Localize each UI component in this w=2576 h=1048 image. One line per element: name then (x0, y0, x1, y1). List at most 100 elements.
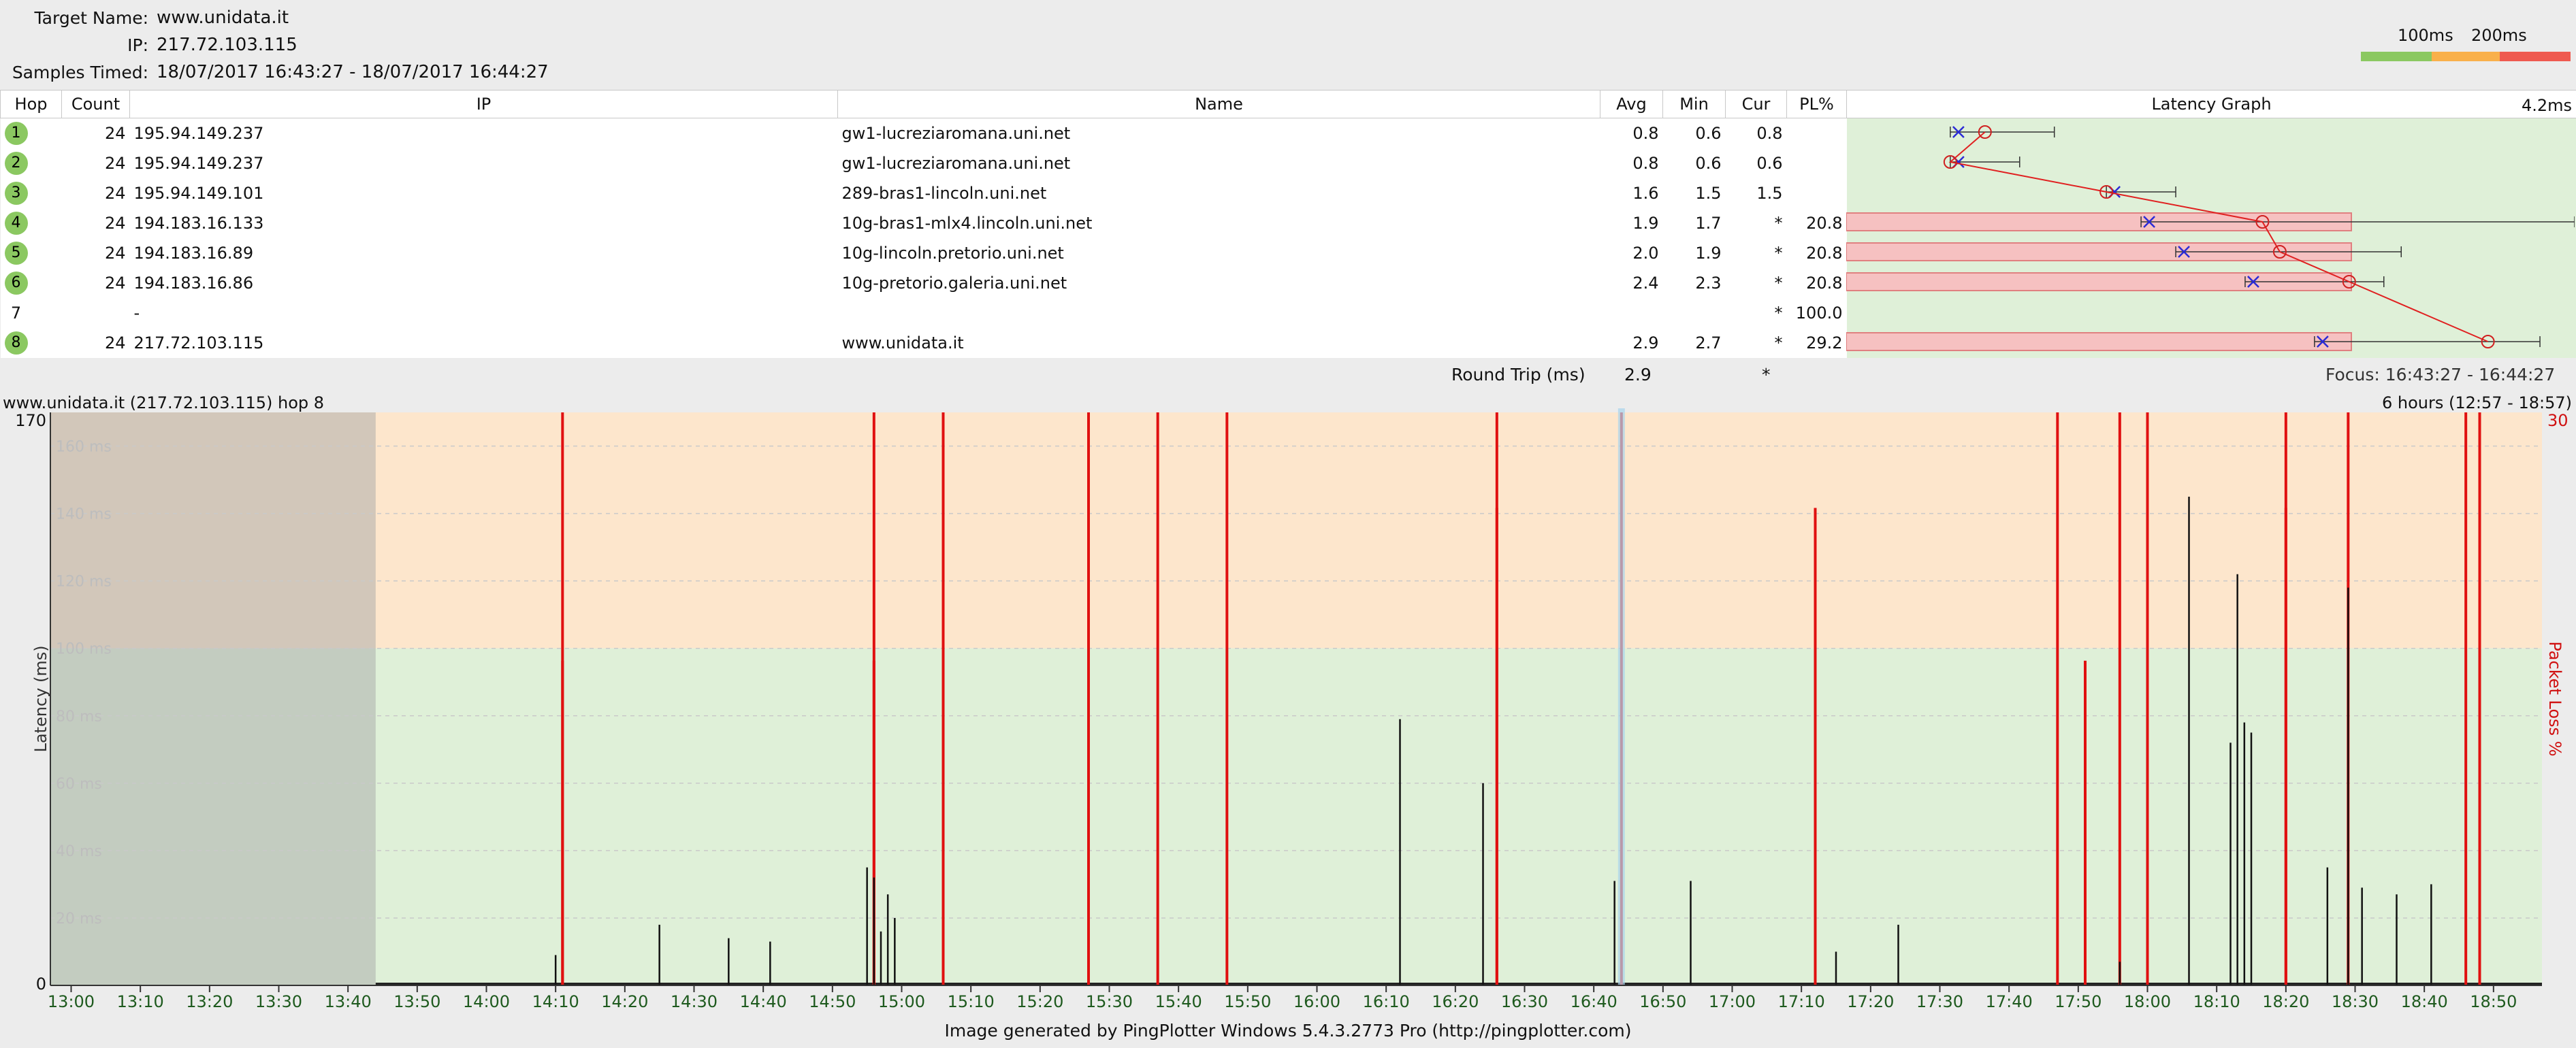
count-cell: 24 (61, 208, 130, 238)
cur-cell: * (1725, 328, 1787, 358)
count-cell: 24 (61, 148, 130, 178)
cur-cell: 0.8 (1725, 118, 1787, 148)
x-tick-label: 15:40 (1155, 992, 1202, 1011)
x-tick-label: 17:20 (1847, 992, 1894, 1011)
x-tick-label: 15:30 (1086, 992, 1133, 1011)
ip-value: 217.72.103.115 (157, 35, 297, 55)
no-data-region (50, 412, 376, 985)
ip-cell: - (129, 298, 838, 328)
hop-cell: 8 (0, 328, 62, 358)
x-tick-label: 13:40 (325, 992, 372, 1011)
legend-200ms: 200ms (2471, 26, 2527, 45)
latency-graph-max: 4.2ms (2521, 96, 2572, 115)
x-tick-label: 16:10 (1363, 992, 1410, 1011)
avg-cell: 2.4 (1600, 268, 1663, 298)
x-tick-label: 17:40 (1986, 992, 2033, 1011)
pl-cell: 29.2 (1786, 328, 1847, 358)
ip-cell: 194.183.16.89 (129, 238, 838, 268)
min-cell (1662, 298, 1726, 328)
x-tick-label: 18:50 (2470, 992, 2517, 1011)
column-pl[interactable]: PL% (1786, 90, 1847, 118)
round-trip-avg: 2.9 (1624, 365, 1652, 384)
count-cell: 24 (61, 178, 130, 208)
samples-value: 18/07/2017 16:43:27 - 18/07/2017 16:44:2… (157, 62, 549, 82)
gridline-label: 80 ms (56, 708, 102, 725)
warning-zone (50, 412, 2542, 649)
x-tick-label: 16:30 (1501, 992, 1548, 1011)
min-cell: 2.3 (1662, 268, 1726, 298)
column-name[interactable]: Name (837, 90, 1600, 118)
gridline-label: 120 ms (56, 574, 112, 591)
hop-status-badge: 2 (4, 152, 28, 175)
count-cell: 24 (61, 118, 130, 148)
x-tick-label: 16:50 (1639, 992, 1686, 1011)
avg-cell: 0.8 (1600, 118, 1663, 148)
column-ip[interactable]: IP (129, 90, 838, 118)
timeline-chart[interactable]: 160 ms 140 ms 120 ms 100 ms 80 ms 60 ms 40 ms 2… (0, 408, 2576, 1018)
focus-marker (1617, 408, 1625, 985)
column-count[interactable]: Count (61, 90, 130, 118)
hop-status-badge: 4 (4, 212, 28, 235)
x-tick-label: 14:30 (671, 992, 718, 1011)
pl-cell (1786, 178, 1847, 208)
y-axis-label: Latency (ms) (31, 645, 50, 752)
avg-cell: 0.8 (1600, 148, 1663, 178)
x-tick-label: 14:00 (463, 992, 510, 1011)
hop-cell: 4 (0, 208, 62, 238)
pl-cell: 20.8 (1786, 238, 1847, 268)
y2-max-label: 30 (2547, 411, 2569, 430)
cur-cell: * (1725, 298, 1787, 328)
x-tick-label: 15:00 (878, 992, 925, 1011)
x-tick-label: 13:50 (393, 992, 440, 1011)
hop-cell: 2 (0, 148, 62, 178)
hop-status-badge: 8 (4, 331, 28, 355)
ip-cell: 217.72.103.115 (129, 328, 838, 358)
pl-cell (1786, 148, 1847, 178)
column-hop[interactable]: Hop (0, 90, 62, 118)
avg-cell: 1.6 (1600, 178, 1663, 208)
column-latency-graph[interactable]: Latency Graph 4.2ms (1846, 90, 2576, 118)
name-cell: gw1-lucreziaromana.uni.net (837, 148, 1600, 178)
round-trip-label: Round Trip (ms) (1451, 365, 1585, 384)
latency-graph-title: Latency Graph (2151, 95, 2272, 114)
name-cell: gw1-lucreziaromana.uni.net (837, 118, 1600, 148)
x-tick-label: 17:30 (1916, 992, 1963, 1011)
y2-axis-label: Packet Loss % (2545, 641, 2564, 756)
count-cell (61, 298, 130, 328)
target-name-label: Target Name: (34, 8, 148, 28)
avg-cell: 2.0 (1600, 238, 1663, 268)
cur-cell: * (1725, 268, 1787, 298)
hop-number: 7 (10, 304, 22, 323)
legend-warn-bar (2432, 52, 2500, 61)
x-tick-label: 13:00 (48, 992, 95, 1011)
cur-cell: * (1725, 208, 1787, 238)
column-min[interactable]: Min (1662, 90, 1726, 118)
target-name-value: www.unidata.it (157, 7, 289, 28)
name-cell: www.unidata.it (837, 328, 1600, 358)
column-cur[interactable]: Cur (1725, 90, 1787, 118)
min-cell: 0.6 (1662, 148, 1726, 178)
y-min-label: 0 (36, 975, 46, 994)
hop-cell: 3 (0, 178, 62, 208)
x-tick-label: 14:20 (601, 992, 648, 1011)
pl-cell: 20.8 (1786, 268, 1847, 298)
x-tick-label: 16:00 (1293, 992, 1340, 1011)
count-cell: 24 (61, 328, 130, 358)
gridline-label: 140 ms (56, 506, 112, 523)
min-cell: 1.7 (1662, 208, 1726, 238)
legend-good-bar (2361, 52, 2432, 61)
ip-cell: 195.94.149.101 (129, 178, 838, 208)
gridline-label: 160 ms (56, 439, 112, 456)
x-tick-label: 15:10 (948, 992, 995, 1011)
hop-cell: 5 (0, 238, 62, 268)
x-tick-label: 16:40 (1571, 992, 1617, 1011)
x-tick-label: 17:50 (2055, 992, 2102, 1011)
column-avg[interactable]: Avg (1600, 90, 1663, 118)
x-tick-label: 18:20 (2262, 992, 2309, 1011)
x-tick-label: 16:20 (1432, 992, 1479, 1011)
x-tick-label: 13:30 (255, 992, 302, 1011)
name-cell: 10g-bras1-mlx4.lincoln.uni.net (837, 208, 1600, 238)
x-tick-label: 14:50 (809, 992, 856, 1011)
pl-cell: 100.0 (1786, 298, 1847, 328)
hop-status-badge: 6 (4, 272, 28, 295)
